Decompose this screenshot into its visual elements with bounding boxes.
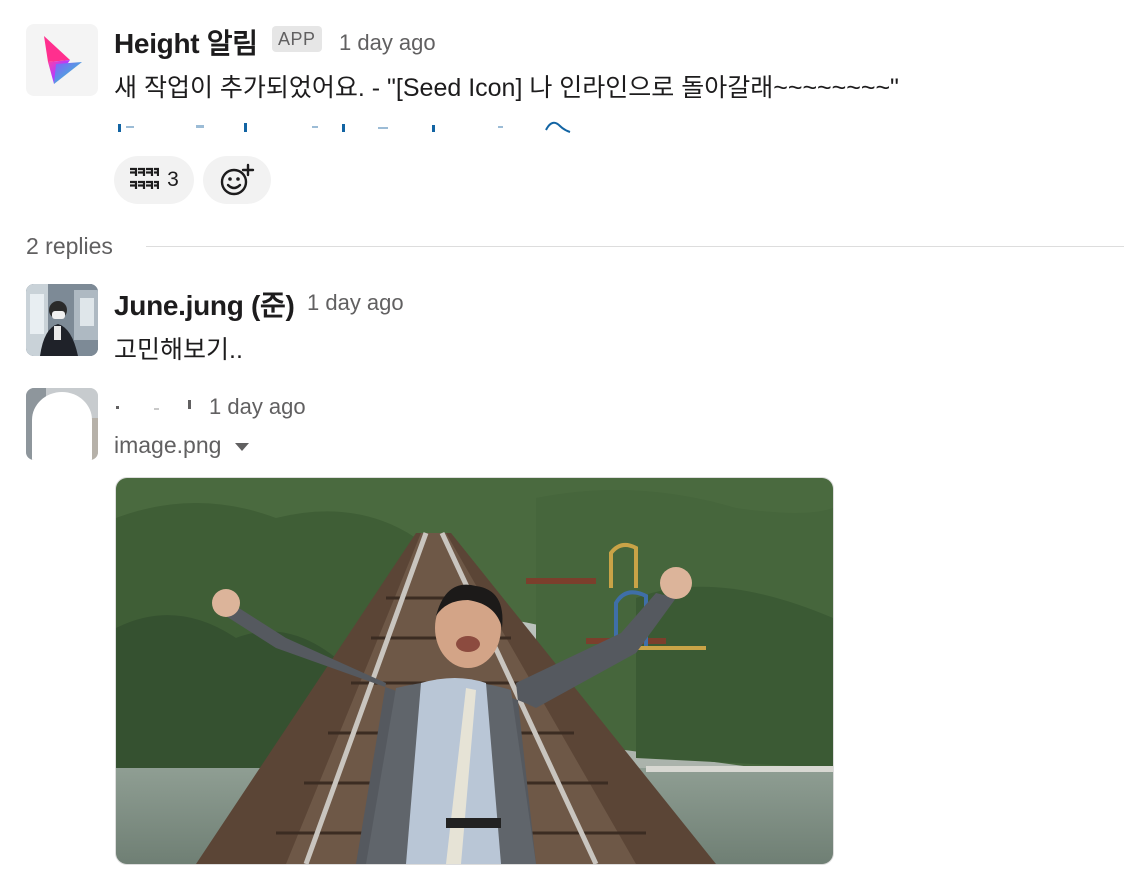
app-badge: APP xyxy=(272,26,322,52)
file-name[interactable]: image.png xyxy=(114,432,221,459)
replies-count: 2 replies xyxy=(26,233,113,259)
link-preview-remnant[interactable] xyxy=(116,116,576,134)
height-app-avatar[interactable] xyxy=(26,24,98,96)
caret-down-icon[interactable] xyxy=(235,442,250,451)
redacted-name-marks xyxy=(116,400,191,410)
reply-text: 고민해보기.. xyxy=(114,336,243,364)
kkk-glyph xyxy=(130,167,160,189)
redacted-sender-name[interactable] xyxy=(114,396,198,416)
replies-divider xyxy=(146,246,1124,247)
reply-timestamp[interactable]: 1 day ago xyxy=(209,394,306,420)
kkk-emoji-icon xyxy=(129,166,160,194)
add-emoji-icon xyxy=(220,163,255,196)
attached-photo xyxy=(116,478,833,864)
message-text: 새 작업이 추가되었어요. - "[Seed Icon] 나 인라인으로 돌아갈… xyxy=(114,74,899,102)
reaction-pill[interactable]: 3 xyxy=(114,156,194,204)
avatar[interactable] xyxy=(26,388,98,460)
sender-name[interactable]: Height 알림 xyxy=(114,22,258,62)
height-logo-icon xyxy=(44,36,82,84)
add-reaction-button[interactable] xyxy=(203,156,271,204)
file-header[interactable]: image.png xyxy=(114,432,250,459)
reply-timestamp[interactable]: 1 day ago xyxy=(307,290,404,316)
reaction-count: 3 xyxy=(167,168,179,191)
reply-sender-name[interactable]: June.jung (준) xyxy=(114,284,295,324)
message-timestamp[interactable]: 1 day ago xyxy=(339,30,436,56)
redacted-avatar-icon xyxy=(26,388,98,460)
avatar[interactable] xyxy=(26,284,98,356)
image-attachment[interactable] xyxy=(115,477,834,865)
user-photo-icon xyxy=(26,284,98,356)
clipped-link-icon xyxy=(118,121,571,133)
